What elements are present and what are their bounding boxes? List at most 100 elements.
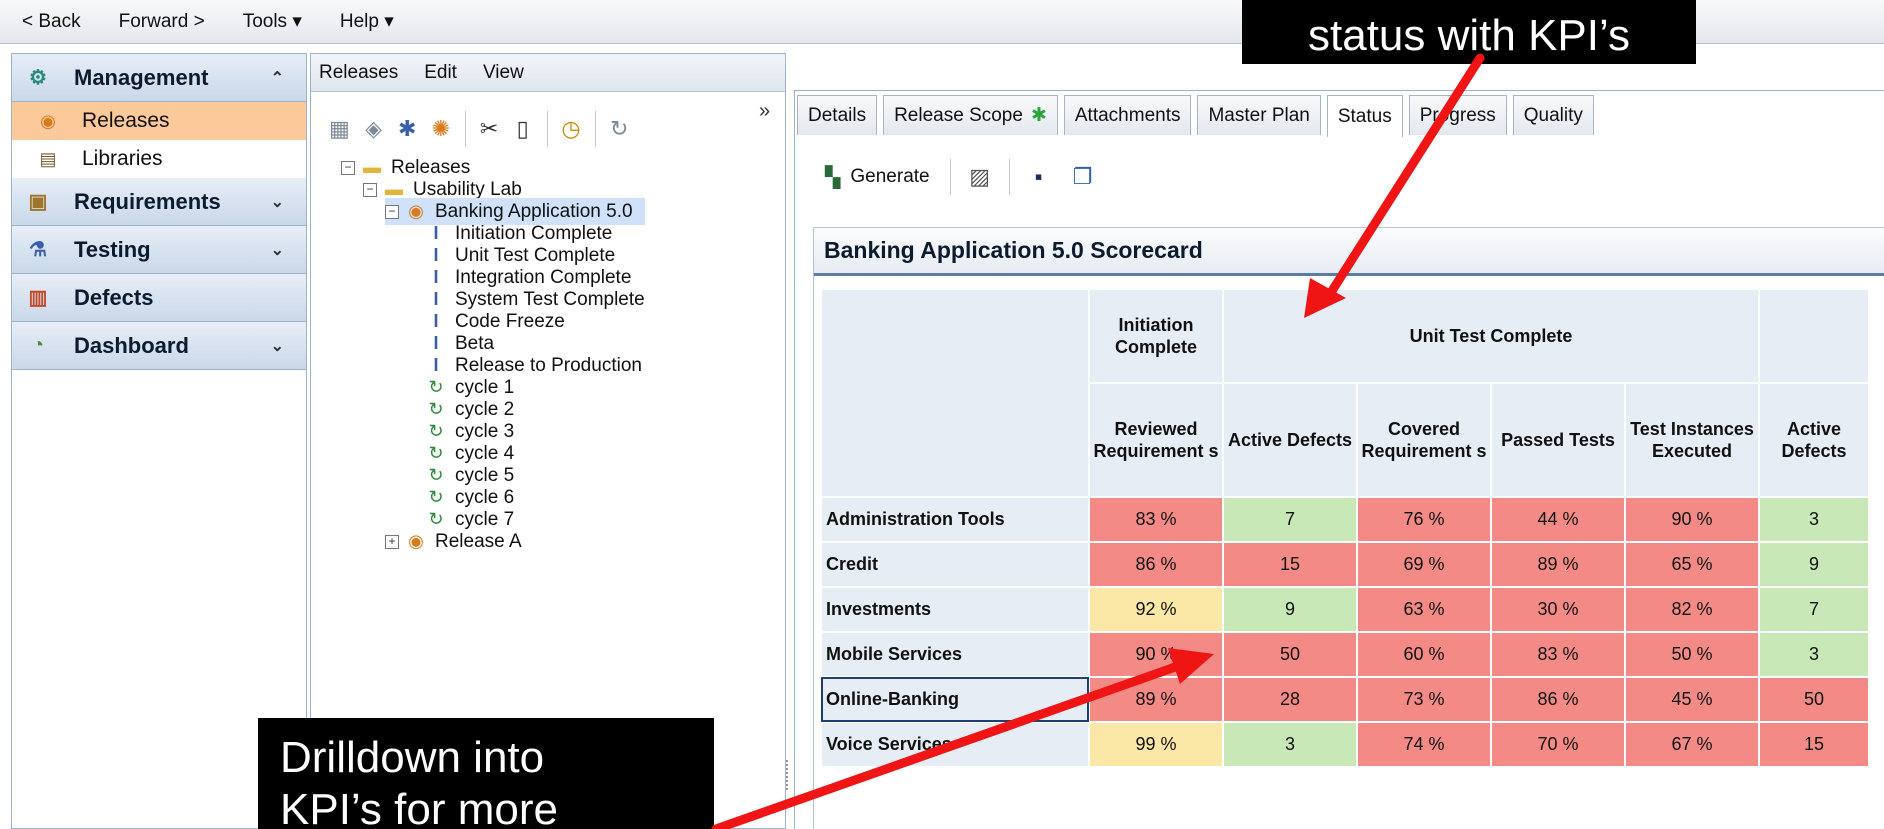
table-row[interactable]: Investments 92 % 9 63 % 30 % 82 % 7 (820, 586, 1870, 633)
kpi-cell[interactable]: 89 % (1490, 541, 1626, 588)
table-row[interactable]: Voice Services 99 % 3 74 % 70 % 67 % 15 (820, 721, 1870, 768)
collapse-toggle-icon[interactable]: − (341, 160, 355, 175)
toolbar-overflow-icon[interactable]: » (759, 100, 770, 123)
new-milestone-icon[interactable]: ✱ (397, 114, 417, 144)
view-menu[interactable]: View (483, 62, 524, 84)
row-label[interactable]: Credit (820, 541, 1090, 588)
column-header: Active Defects (1222, 382, 1358, 498)
expand-icon[interactable]: ⌄ (271, 240, 284, 260)
kpi-cell[interactable]: 30 % (1490, 586, 1626, 633)
collapse-icon[interactable]: ⌃ (271, 68, 284, 88)
kpi-cell[interactable]: 83 % (1088, 496, 1224, 543)
collapse-toggle-icon[interactable]: − (385, 204, 399, 219)
tab-release-scope[interactable]: Release Scope ✱ (883, 95, 1058, 135)
row-label[interactable]: Investments (820, 586, 1090, 633)
kpi-cell[interactable]: 65 % (1624, 541, 1760, 588)
new-release-icon[interactable]: ◈ (364, 114, 384, 144)
paste-icon[interactable]: ▯ (513, 114, 533, 144)
kpi-cell[interactable]: 90 % (1624, 496, 1760, 543)
kpi-cell[interactable]: 3 (1222, 721, 1358, 768)
table-row[interactable]: Mobile Services 90 % 50 60 % 83 % 50 % 3 (820, 631, 1870, 678)
kpi-cell[interactable]: 92 % (1088, 586, 1224, 633)
new-cycle-icon[interactable]: ✺ (431, 114, 451, 144)
kpi-cell[interactable]: 50 (1222, 631, 1358, 678)
expand-toggle-icon[interactable]: + (385, 534, 399, 549)
kpi-cell[interactable]: 86 % (1088, 541, 1224, 588)
help-menu[interactable]: Help ▾ (340, 10, 394, 33)
expand-icon[interactable]: ⌄ (271, 192, 284, 212)
sidebar-group-label: Defects (74, 284, 154, 310)
tab-attachments[interactable]: Attachments (1063, 95, 1192, 135)
clock-icon[interactable]: ◷ (561, 114, 581, 144)
sidebar-group-requirements[interactable]: ▣ Requirements ⌄ (12, 178, 306, 226)
kpi-cell[interactable]: 67 % (1624, 721, 1760, 768)
sidebar-group-dashboard[interactable]: ◔ Dashboard ⌄ (12, 322, 306, 370)
kpi-cell[interactable]: 60 % (1356, 631, 1492, 678)
kpi-cell[interactable]: 70 % (1490, 721, 1626, 768)
kpi-cell[interactable]: 9 (1222, 586, 1358, 633)
kpi-cell[interactable]: 86 % (1490, 676, 1626, 723)
releases-menu[interactable]: Releases (319, 62, 398, 84)
kpi-cell[interactable]: 74 % (1356, 721, 1492, 768)
row-label[interactable]: Administration Tools (820, 496, 1090, 543)
kpi-cell[interactable]: 73 % (1356, 676, 1492, 723)
kpi-cell[interactable]: 69 % (1356, 541, 1492, 588)
row-label[interactable]: Mobile Services (820, 631, 1090, 678)
tab-status[interactable]: Status (1326, 95, 1403, 137)
table-row[interactable]: Online-Banking 89 % 28 73 % 86 % 45 % 50 (820, 676, 1870, 723)
kpi-cell[interactable]: 76 % (1356, 496, 1492, 543)
kpi-cell[interactable]: 90 % (1088, 631, 1224, 678)
edit-menu[interactable]: Edit (424, 62, 457, 84)
splitter-handle[interactable] (786, 760, 790, 790)
forward-button[interactable]: Forward > (119, 11, 205, 33)
sidebar-item-releases[interactable]: ◉ Releases (12, 102, 306, 140)
kpi-cell[interactable]: 28 (1222, 676, 1358, 723)
kpi-cell[interactable]: 89 % (1088, 676, 1224, 723)
export-icon[interactable]: ▨ (965, 162, 995, 192)
sidebar-group-testing[interactable]: ⚗ Testing ⌄ (12, 226, 306, 274)
tree-node-release-a[interactable]: + ◉ Release A (385, 528, 522, 555)
generate-button[interactable]: ▚ Generate (819, 165, 936, 190)
tools-menu[interactable]: Tools ▾ (243, 10, 302, 33)
kpi-cell[interactable]: 45 % (1624, 676, 1760, 723)
tree-toolbar: ▦ ◈ ✱ ✺ ✂ ▯ ◷ ↻ (329, 104, 629, 154)
tab-label: Status (1337, 105, 1392, 127)
tab-master-plan[interactable]: Master Plan (1197, 95, 1321, 135)
column-header: Test Instances Executed (1624, 382, 1760, 498)
kpi-cell[interactable]: 99 % (1088, 721, 1224, 768)
kpi-cell[interactable]: 83 % (1490, 631, 1626, 678)
tab-details[interactable]: Details (797, 95, 878, 135)
table-row[interactable]: Credit 86 % 15 69 % 89 % 65 % 9 (820, 541, 1870, 588)
column-header: Covered Requirement s (1356, 382, 1492, 498)
refresh-icon[interactable]: ↻ (609, 114, 629, 144)
kpi-cell[interactable]: 63 % (1356, 586, 1492, 633)
tab-progress[interactable]: Progress (1408, 95, 1507, 135)
kpi-cell[interactable]: 15 (1222, 541, 1358, 588)
kpi-cell[interactable]: 3 (1758, 496, 1870, 543)
window-icon[interactable]: ❐ (1068, 162, 1098, 192)
sidebar-item-libraries[interactable]: ▤ Libraries (12, 140, 306, 178)
kpi-cell[interactable]: 15 (1758, 721, 1870, 768)
kpi-cell[interactable]: 44 % (1490, 496, 1626, 543)
kpi-cell[interactable]: 50 % (1624, 631, 1760, 678)
new-folder-icon[interactable]: ▦ (329, 114, 350, 144)
kpi-cell[interactable]: 82 % (1624, 586, 1760, 633)
save-icon[interactable]: ▪ (1024, 162, 1054, 192)
cut-icon[interactable]: ✂ (479, 114, 499, 144)
row-label[interactable]: Online-Banking (820, 676, 1090, 723)
sidebar-group-management[interactable]: ⚙ Management ⌃ (12, 54, 306, 102)
kpi-cell[interactable]: 7 (1222, 496, 1358, 543)
sidebar-group-defects[interactable]: ▥ Defects (12, 274, 306, 322)
table-row[interactable]: Administration Tools 83 % 7 76 % 44 % 90 % 3 (820, 496, 1870, 543)
kpi-cell[interactable]: 3 (1758, 631, 1870, 678)
sidebar-group-label: Testing (74, 236, 151, 262)
expand-icon[interactable]: ⌄ (271, 336, 284, 356)
collapse-toggle-icon[interactable]: − (363, 182, 377, 197)
kpi-cell[interactable]: 7 (1758, 586, 1870, 633)
kpi-cell[interactable]: 9 (1758, 541, 1870, 588)
tree-node-label: Release A (435, 530, 522, 552)
back-button[interactable]: < Back (22, 11, 81, 33)
tab-quality[interactable]: Quality (1512, 95, 1594, 135)
row-label[interactable]: Voice Services (820, 721, 1090, 768)
kpi-cell[interactable]: 50 (1758, 676, 1870, 723)
